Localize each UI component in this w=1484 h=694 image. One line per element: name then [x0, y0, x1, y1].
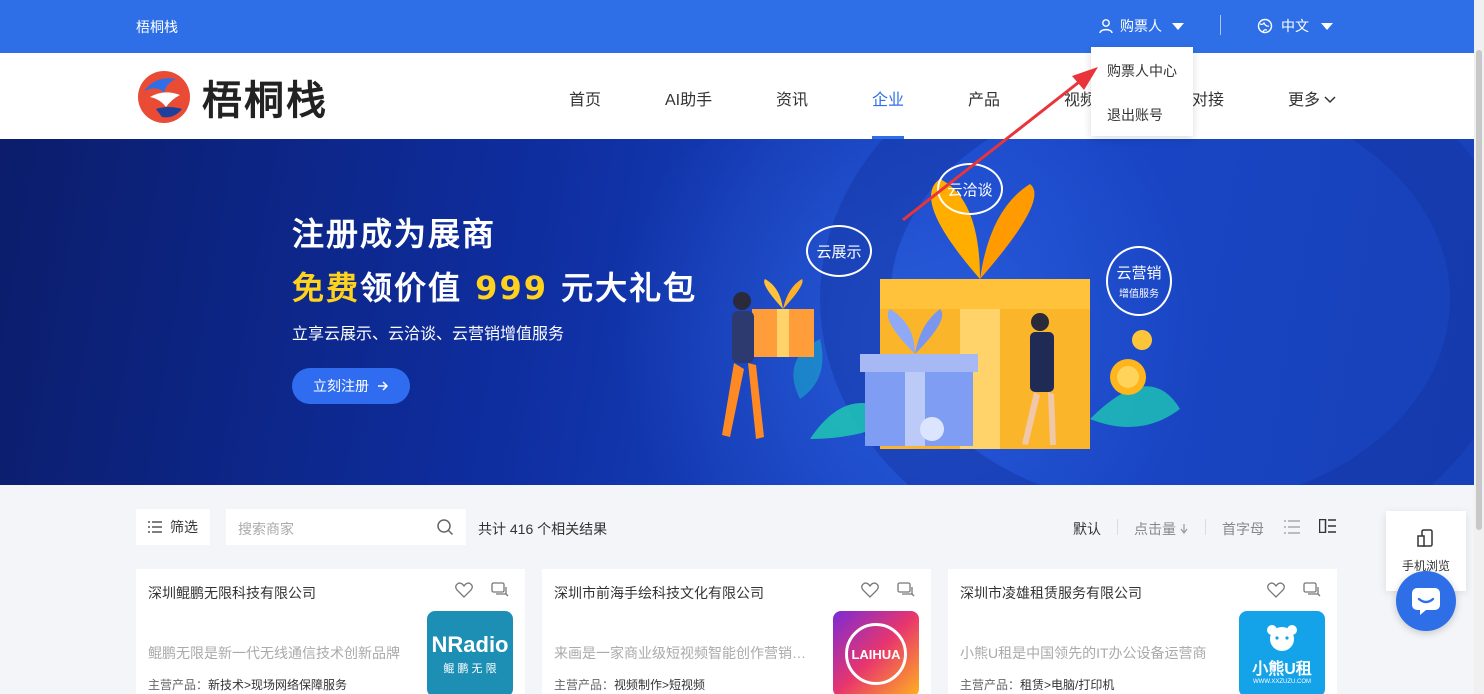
- arrow-right-icon: [378, 381, 389, 391]
- company-name[interactable]: 深圳市前海手绘科技文化有限公司: [554, 583, 764, 603]
- merchant-search-input[interactable]: 搜索商家: [226, 509, 466, 545]
- buyer-menu[interactable]: 购票人: [1098, 16, 1184, 36]
- heart-icon[interactable]: [1267, 582, 1285, 598]
- list-icon: [148, 521, 162, 533]
- company-card[interactable]: 深圳市凌雄租赁服务有限公司 小熊U租是中国领先的IT办公设备运营商 主营产品：租…: [948, 569, 1337, 694]
- company-name[interactable]: 深圳市凌雄租赁服务有限公司: [960, 583, 1142, 603]
- main-header: 梧桐栈 首页 AI助手 资讯 企业 产品 视频 对接 更多: [0, 53, 1474, 139]
- card-view-icon[interactable]: [1319, 519, 1336, 533]
- scrollbar-thumb[interactable]: [1476, 50, 1482, 530]
- message-icon[interactable]: [491, 582, 509, 598]
- divider: [1220, 15, 1221, 35]
- caret-down-icon: [1321, 22, 1333, 30]
- arrow-down-icon: [1180, 524, 1188, 534]
- sort-clicks[interactable]: 点击量: [1134, 519, 1188, 539]
- logo-icon: [138, 71, 190, 123]
- buyer-label: 购票人: [1120, 18, 1162, 34]
- company-description: 小熊U租是中国领先的IT办公设备运营商: [960, 645, 1207, 661]
- bubble-cloud-negotiation: 云洽谈: [937, 163, 1003, 215]
- bubble-cloud-marketing: 云营销 增值服务: [1106, 246, 1172, 316]
- main-products: 主营产品：租赁>电脑/打印机: [960, 678, 1115, 692]
- chevron-down-icon: [1324, 96, 1336, 104]
- search-icon[interactable]: [436, 518, 454, 536]
- nav-matchmaking[interactable]: 对接: [1192, 86, 1224, 110]
- nav-home[interactable]: 首页: [569, 86, 601, 110]
- list-view-icon[interactable]: [1284, 520, 1300, 534]
- site-name[interactable]: 梧桐栈: [136, 17, 178, 37]
- bear-icon: [1267, 625, 1297, 651]
- company-card[interactable]: 深圳市前海手绘科技文化有限公司 来画是一家商业级短视频智能创作营销平台 主营产品…: [542, 569, 931, 694]
- nav-more[interactable]: 更多: [1288, 86, 1336, 110]
- menu-item-logout[interactable]: 退出账号: [1107, 105, 1163, 125]
- banner-title-line2: 免费领价值 999 元大礼包: [292, 269, 698, 307]
- divider: [1205, 519, 1206, 535]
- heart-icon[interactable]: [455, 582, 473, 598]
- buyer-dropdown-menu: 购票人中心 退出账号: [1091, 47, 1193, 136]
- sort-default[interactable]: 默认: [1073, 519, 1101, 539]
- hero-banner[interactable]: 注册成为展商 免费领价值 999 元大礼包 立享云展示、云洽谈、云营销增值服务 …: [0, 139, 1474, 485]
- results-count: 共计 416 个相关结果: [478, 521, 608, 537]
- company-name[interactable]: 深圳鲲鹏无限科技有限公司: [148, 583, 316, 603]
- company-description: 鲲鹏无限是新一代无线通信技术创新品牌: [148, 645, 400, 661]
- divider: [1117, 519, 1118, 535]
- search-placeholder: 搜索商家: [238, 521, 294, 537]
- user-icon: [1099, 19, 1113, 34]
- language-selector[interactable]: 中文: [1257, 16, 1333, 36]
- top-bar: 梧桐栈 购票人 中文: [0, 0, 1474, 53]
- filter-button[interactable]: 筛选: [136, 509, 210, 545]
- logo-text: 梧桐栈: [202, 78, 328, 124]
- sort-initial[interactable]: 首字母: [1222, 519, 1264, 539]
- banner-title: 注册成为展商: [292, 215, 497, 253]
- main-products: 主营产品：新技术>现场网络保障服务: [148, 678, 348, 692]
- company-description: 来画是一家商业级短视频智能创作营销平台: [554, 645, 814, 661]
- register-button[interactable]: 立刻注册: [292, 368, 410, 404]
- company-logo[interactable]: NRadio 鲲 鹏 无 限: [427, 611, 513, 694]
- heart-icon[interactable]: [861, 582, 879, 598]
- menu-item-buyer-center[interactable]: 购票人中心: [1107, 61, 1177, 81]
- bubble-cloud-display: 云展示: [806, 225, 872, 277]
- logo[interactable]: 梧桐栈: [136, 68, 328, 126]
- nav-news[interactable]: 资讯: [776, 86, 808, 110]
- language-label: 中文: [1281, 18, 1309, 34]
- chat-bubble-icon: [1412, 588, 1440, 615]
- nav-ai-assistant[interactable]: AI助手: [665, 86, 712, 110]
- customer-service-button[interactable]: [1396, 571, 1456, 631]
- message-icon[interactable]: [897, 582, 915, 598]
- main-products: 主营产品：视频制作>短视频: [554, 678, 706, 692]
- company-logo[interactable]: LAIHUA: [833, 611, 919, 694]
- caret-down-icon: [1172, 22, 1184, 30]
- banner-subtitle: 立享云展示、云洽谈、云营销增值服务: [292, 326, 565, 343]
- message-icon[interactable]: [1303, 582, 1321, 598]
- company-logo[interactable]: 小熊U租 WWW.XXZUZU.COM: [1239, 611, 1325, 694]
- mobile-icon: [1417, 528, 1433, 547]
- globe-icon: [1257, 18, 1273, 34]
- nav-enterprise[interactable]: 企业: [872, 86, 904, 110]
- company-card[interactable]: 深圳鲲鹏无限科技有限公司 鲲鹏无限是新一代无线通信技术创新品牌 主营产品：新技术…: [136, 569, 525, 694]
- nav-products[interactable]: 产品: [968, 86, 1000, 110]
